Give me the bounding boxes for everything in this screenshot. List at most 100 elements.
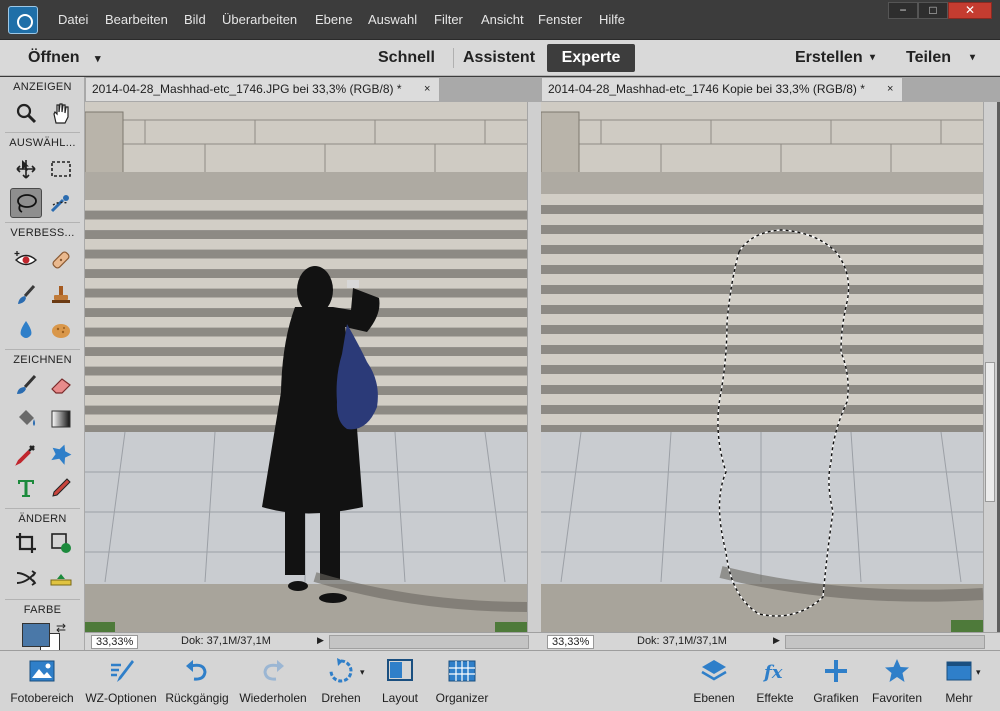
graphics-button[interactable]: Grafiken xyxy=(810,657,862,709)
menu-bild[interactable]: Bild xyxy=(184,12,206,27)
layers-icon xyxy=(701,660,727,681)
move-tool-icon[interactable] xyxy=(10,154,42,184)
share-dropdown-icon[interactable]: ▾ xyxy=(970,52,975,63)
app-logo-icon[interactable] xyxy=(8,6,38,34)
stair-step xyxy=(85,239,527,250)
sponge-tool-icon[interactable] xyxy=(45,315,77,345)
document-tab-2[interactable]: 2014-04-28_Mashhad-etc_1746 Kopie bei 33… xyxy=(541,77,903,101)
zoom-field-2[interactable]: 33,33% xyxy=(547,635,595,649)
stair-step xyxy=(541,394,983,405)
stair-step xyxy=(541,214,983,225)
more-dropdown-icon[interactable]: ▾ xyxy=(976,667,981,678)
maximize-button[interactable]: □ xyxy=(918,2,948,19)
stair-step xyxy=(541,374,983,385)
create-dropdown-icon[interactable]: ▾ xyxy=(870,52,875,63)
recompose-tool-icon[interactable] xyxy=(45,528,77,558)
redo-button[interactable]: Wiederholen xyxy=(236,657,310,709)
close-tab-icon[interactable]: × xyxy=(424,78,430,100)
open-button[interactable]: Öffnen xyxy=(28,49,80,67)
open-dropdown-icon[interactable]: ▾ xyxy=(95,52,101,65)
stair-step xyxy=(541,234,983,245)
organizer-button[interactable]: Organizer xyxy=(430,657,494,709)
quick-selection-tool-icon[interactable] xyxy=(45,188,77,218)
rotate-button[interactable]: Drehen ▾ xyxy=(314,657,368,709)
menu-auswahl[interactable]: Auswahl xyxy=(368,12,417,27)
stair-riser xyxy=(541,225,983,234)
zoom-tool-icon[interactable] xyxy=(10,98,42,128)
status-menu-arrow-icon[interactable]: ▶ xyxy=(773,635,780,646)
custom-shape-tool-icon[interactable] xyxy=(45,439,77,469)
share-button[interactable]: Teilen xyxy=(906,49,951,67)
vertical-scrollbar-1[interactable] xyxy=(527,102,541,632)
undo-button[interactable]: Rückgängig xyxy=(162,657,232,709)
menu-bar: Datei Bearbeiten Bild Überarbeiten Ebene… xyxy=(0,0,1000,40)
menu-filter[interactable]: Filter xyxy=(434,12,463,27)
create-button[interactable]: Erstellen xyxy=(795,49,863,67)
eraser-tool-icon[interactable] xyxy=(45,370,77,400)
paint-bucket-tool-icon[interactable] xyxy=(10,404,42,434)
horizontal-scrollbar-1[interactable] xyxy=(329,635,529,649)
hand-tool-icon[interactable] xyxy=(45,98,77,128)
type-tool-icon[interactable] xyxy=(10,473,42,503)
image-canvas-1[interactable] xyxy=(85,102,527,632)
crop-tool-icon[interactable] xyxy=(10,528,42,558)
eyedropper-tool-icon[interactable] xyxy=(10,439,42,469)
layout-button[interactable]: Layout xyxy=(374,657,426,709)
stair-step xyxy=(541,354,983,365)
layers-button[interactable]: Ebenen xyxy=(688,657,740,709)
more-button[interactable]: Mehr ▾ xyxy=(936,657,982,709)
close-window-button[interactable]: ✕ xyxy=(948,2,992,19)
blur-tool-icon[interactable] xyxy=(10,315,42,345)
horizontal-scrollbar-2[interactable] xyxy=(785,635,985,649)
pencil-tool-icon[interactable] xyxy=(45,473,77,503)
menu-ueberarbeiten[interactable]: Überarbeiten xyxy=(222,12,297,27)
document-tab-title: 2014-04-28_Mashhad-etc_1746.JPG bei 33,3… xyxy=(92,82,402,96)
gradient-tool-icon[interactable] xyxy=(45,404,77,434)
rotate-dropdown-icon[interactable]: ▾ xyxy=(360,667,365,678)
lasso-tool-icon[interactable] xyxy=(10,188,42,218)
status-bar-2: 33,33% Dok: 37,1M/37,1M ▶ xyxy=(541,632,1000,650)
content-aware-move-tool-icon[interactable] xyxy=(10,563,42,593)
photo-copy xyxy=(541,102,983,632)
minimize-button[interactable]: − xyxy=(888,2,918,19)
clone-stamp-tool-icon[interactable] xyxy=(45,280,77,310)
smart-brush-tool-icon[interactable] xyxy=(10,280,42,310)
menu-bearbeiten[interactable]: Bearbeiten xyxy=(105,12,168,27)
favorites-button[interactable]: Favoriten xyxy=(868,657,926,709)
marquee-tool-icon[interactable] xyxy=(45,154,77,184)
effects-button[interactable]: fx Effekte xyxy=(748,657,802,709)
stair-riser xyxy=(541,245,983,254)
scroll-thumb[interactable] xyxy=(985,362,995,502)
effects-icon: fx xyxy=(762,662,783,683)
spot-healing-tool-icon[interactable] xyxy=(45,245,77,275)
image-canvas-2[interactable] xyxy=(541,102,983,632)
menu-ebene[interactable]: Ebene xyxy=(315,12,353,27)
section-verbessern: VERBESS... xyxy=(10,227,75,239)
fotobereich-button[interactable]: Fotobereich xyxy=(6,657,78,709)
stair-step xyxy=(541,414,983,425)
menu-fenster[interactable]: Fenster xyxy=(538,12,582,27)
menu-datei[interactable]: Datei xyxy=(58,12,88,27)
brush-tool-icon[interactable] xyxy=(10,370,42,400)
swap-colors-icon[interactable]: ⇄ xyxy=(56,621,66,635)
toolbox-divider xyxy=(5,599,80,600)
foreground-color-swatch[interactable] xyxy=(22,623,50,647)
menu-ansicht[interactable]: Ansicht xyxy=(481,12,524,27)
mode-experte[interactable]: Experte xyxy=(547,44,635,72)
stair-riser xyxy=(541,325,983,334)
red-eye-tool-icon[interactable] xyxy=(10,245,42,275)
document-tab-1[interactable]: 2014-04-28_Mashhad-etc_1746.JPG bei 33,3… xyxy=(85,77,440,101)
menu-hilfe[interactable]: Hilfe xyxy=(599,12,625,27)
mode-bar: Öffnen ▾ Schnell Assistent Experte Erste… xyxy=(0,40,1000,76)
zoom-field-1[interactable]: 33,33% xyxy=(91,635,139,649)
status-menu-arrow-icon[interactable]: ▶ xyxy=(317,635,324,646)
straighten-tool-icon[interactable] xyxy=(45,563,77,593)
wz-optionen-button[interactable]: WZ-Optionen xyxy=(82,657,160,709)
document-tab-title: 2014-04-28_Mashhad-etc_1746 Kopie bei 33… xyxy=(548,82,865,96)
mode-schnell[interactable]: Schnell xyxy=(378,49,435,67)
stair-riser xyxy=(541,265,983,274)
mode-assistent[interactable]: Assistent xyxy=(463,49,535,67)
close-tab-icon[interactable]: × xyxy=(887,78,893,100)
layout-icon xyxy=(387,659,413,681)
vertical-scrollbar-2[interactable] xyxy=(983,102,997,632)
